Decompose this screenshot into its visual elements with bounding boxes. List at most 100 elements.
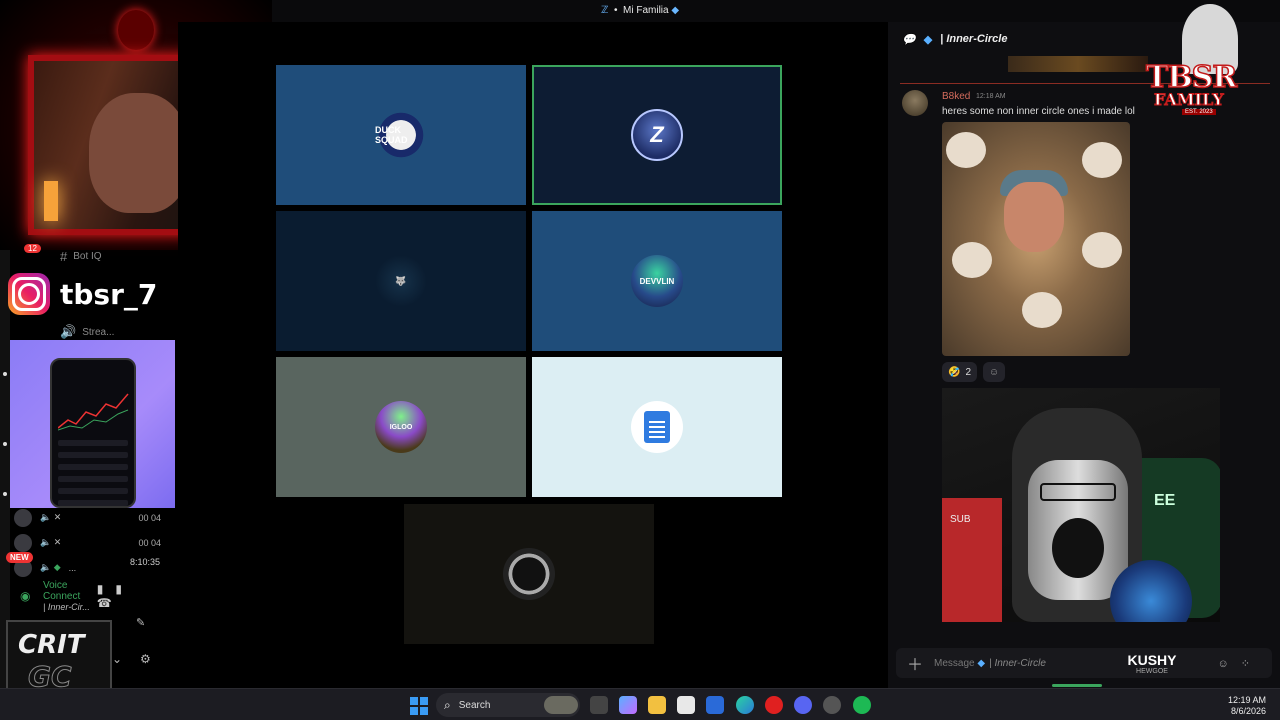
gem-icon: ◆ [923,33,933,46]
app-icon[interactable] [706,696,724,714]
doc-speaker-avatar [631,401,683,453]
clock-time: 12:19 AM [1227,695,1266,705]
wolf-avatar: 🐺 [375,255,427,307]
voice-connection-panel: ◉ Voice Connect | Inner-Cir... ▮▮ ☎ [10,578,175,614]
add-reaction-button[interactable]: ☺ [983,362,1006,382]
phone-rows [58,440,128,506]
reaction-laugh[interactable]: 🤣 2 [942,362,978,382]
channel-title: | Inner-Circle [940,33,1008,45]
channel-list: # Bot IQ [60,246,180,266]
participant-tile[interactable]: DEVVLIN [532,211,782,351]
skull-ornament [118,10,154,50]
clock-date: 8/6/2026 [1230,706,1266,716]
instagram-handle: tbsr_7 [60,277,158,311]
streamer-face [89,93,189,213]
crit-logo-text: CRIT [18,630,85,660]
phone-screen [50,358,136,508]
streamer-2-nameplate: KUSHY HEWGOE [1124,652,1180,675]
laugh-emoji-icon: 🤣 [948,366,961,378]
voice-channel-name[interactable]: | Inner-Cir... [43,602,97,612]
avatar [14,508,32,527]
system-clock[interactable]: 12:19 AM 8/6/2026 [1228,695,1266,717]
participant-tile[interactable] [404,504,654,644]
gem-icon: ◆ [671,5,680,16]
igloo-avatar: IGLOO [375,401,427,453]
participant-tile[interactable]: 🐺 [276,211,526,351]
mic-icon: 🔈 ✕ [40,537,62,547]
window-title-text: Mi Familia [623,5,669,16]
voice-member[interactable]: 🔈 ✕ 00 04 [10,530,175,555]
channel-item-stream[interactable]: 🔊 Strea... [60,322,180,342]
candle [44,181,58,221]
man-face [1004,182,1064,252]
message-text: heres some non inner circle ones i made … [942,106,1135,117]
search-icon: ⌕ [444,697,451,712]
voice-member-list: 🔈 ✕ 00 04 🔈 ✕ 00 04 🔈 ◆ ... [10,505,175,580]
avatar [14,533,32,552]
avatar[interactable] [902,90,928,116]
streamer-name: KUSHY [1127,652,1177,668]
rail-dot [3,372,7,376]
channel-list-2: 🔊 Strea... [60,322,180,342]
devvlin-avatar: DEVVLIN [631,255,683,307]
participant-tile[interactable] [532,357,782,497]
z-logo-avatar: Z [631,109,683,161]
member-count: 00 04 [138,537,161,548]
taskbar-search[interactable]: ⌕ Search [436,693,580,717]
reaction-count: 2 [965,366,972,378]
est-text: EST. 2023 [1182,109,1216,115]
store-icon[interactable] [677,696,695,714]
voice-member[interactable]: 🔈 ✕ 00 04 [10,505,175,530]
copilot-icon[interactable] [619,696,637,714]
search-label: Search [458,699,491,711]
document-icon [644,411,670,443]
windows-taskbar: ⌕ Search 12:19 AM 8/6/2026 [0,688,1280,720]
instagram-overlay: tbsr_7 [8,272,157,316]
instagram-icon [8,273,50,315]
spider-avatar: DUCK SQUAD [375,109,427,161]
speaker-icon: 🔈 ◆ [40,562,61,572]
tbsr-family-logo: TBSR FAMILY EST. 2023 [1138,0,1280,122]
stream-preview-card[interactable] [10,340,175,508]
chair-text: EE [1154,492,1176,509]
discord-icon[interactable] [794,696,812,714]
participant-tile[interactable]: DUCK SQUAD [276,65,526,205]
crit-gc-logo: CRIT GC [6,620,112,698]
opera-icon[interactable] [765,696,783,714]
channel-item-bot-iq[interactable]: # Bot IQ [60,246,180,266]
family-text: FAMILY [1154,90,1225,110]
participant-tile[interactable]: IGLOO [276,357,526,497]
search-highlight-icon [544,696,578,714]
notification-badge: 12 [24,244,41,253]
participant-tile-speaking[interactable]: Z [532,65,782,205]
obs-icon[interactable] [823,696,841,714]
message-input[interactable]: ＋ Message ◆ | Inner-Circle ☺⁘ [896,648,1272,678]
channel-label: Strea... [82,326,115,338]
task-view-icon[interactable] [590,696,608,714]
edge-icon[interactable] [736,696,754,714]
message-image-attachment[interactable] [942,122,1130,356]
disconnect-icon[interactable]: ▮▮ ☎ [97,582,163,610]
new-badge: NEW [6,552,33,563]
chat-bubble-icon: 💬 [902,33,916,46]
ring-avatar [503,548,555,600]
speaker-icon: 🔊 [60,324,77,339]
spotify-icon[interactable] [853,696,871,714]
message-timestamp: 12:18 AM [976,93,1006,100]
signal-icon: ◉ [20,589,31,603]
reaction-bar: 🤣 2 ☺ [942,362,1006,382]
user-settings-controls[interactable]: ⌄⚙ [112,652,169,666]
sub-text: SUB [950,514,971,525]
hash-icon: # [60,248,68,264]
glasses [1040,483,1116,501]
rail-dot [3,492,7,496]
noise-suppression-icon[interactable]: ✎ [136,616,145,629]
streamer-2-webcam: EE SUB [942,388,1220,622]
emoji-apps-icons[interactable]: ☺⁘ [1218,657,1262,670]
file-explorer-icon[interactable] [648,696,666,714]
mask-mouth [1052,518,1104,578]
mic-icon: 🔈 ✕ [40,512,62,522]
attach-plus-icon[interactable]: ＋ [896,651,934,675]
message-author[interactable]: B8ked [942,91,970,102]
windows-start-icon[interactable] [410,697,428,715]
